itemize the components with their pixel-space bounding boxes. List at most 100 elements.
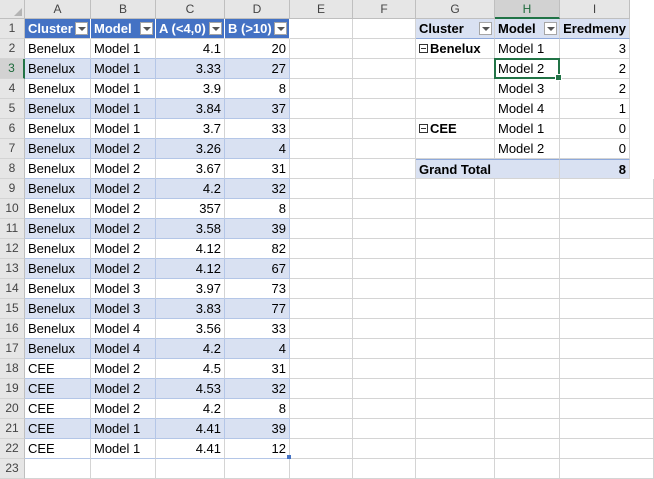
column-header-c[interactable]: C bbox=[156, 0, 225, 19]
row-header-14[interactable]: 14 bbox=[0, 279, 25, 299]
row-header-12[interactable]: 12 bbox=[0, 239, 25, 259]
table-cell[interactable]: 31 bbox=[225, 159, 290, 179]
empty-cell[interactable] bbox=[560, 319, 654, 339]
table-cell[interactable]: 4.12 bbox=[156, 239, 225, 259]
row-header-9[interactable]: 9 bbox=[0, 179, 25, 199]
empty-cell[interactable] bbox=[353, 319, 416, 339]
select-all-button[interactable] bbox=[0, 0, 25, 19]
pivot-value-cell[interactable]: 2 bbox=[560, 79, 630, 99]
table-cell[interactable]: 4.12 bbox=[156, 259, 225, 279]
table-cell[interactable]: CEE bbox=[25, 419, 91, 439]
empty-cell[interactable] bbox=[560, 279, 654, 299]
table-cell[interactable]: Model 4 bbox=[91, 339, 156, 359]
collapse-minus-icon[interactable] bbox=[419, 44, 428, 54]
pivot-model-cell[interactable]: Model 4 bbox=[495, 99, 560, 119]
table-cell[interactable]: CEE bbox=[25, 359, 91, 379]
table-cell[interactable]: Model 1 bbox=[91, 99, 156, 119]
table-cell[interactable]: Model 2 bbox=[91, 159, 156, 179]
table-header-1[interactable]: Model bbox=[91, 19, 156, 39]
table-cell[interactable]: 20 bbox=[225, 39, 290, 59]
table-cell[interactable]: Benelux bbox=[25, 59, 91, 79]
row-header-7[interactable]: 7 bbox=[0, 139, 25, 159]
empty-cell[interactable] bbox=[353, 139, 416, 159]
empty-cell[interactable] bbox=[416, 299, 495, 319]
table-cell[interactable]: 4.41 bbox=[156, 439, 225, 459]
empty-cell[interactable] bbox=[290, 279, 353, 299]
row-header-23[interactable]: 23 bbox=[0, 459, 25, 479]
pivot-cluster-cell[interactable] bbox=[416, 59, 495, 79]
empty-cell[interactable] bbox=[560, 379, 654, 399]
table-cell[interactable]: 32 bbox=[225, 379, 290, 399]
table-cell[interactable]: 32 bbox=[225, 179, 290, 199]
empty-cell[interactable] bbox=[290, 379, 353, 399]
table-cell[interactable]: 3.56 bbox=[156, 319, 225, 339]
empty-cell[interactable] bbox=[560, 439, 654, 459]
row-header-8[interactable]: 8 bbox=[0, 159, 25, 179]
empty-cell[interactable] bbox=[416, 459, 495, 479]
row-header-6[interactable]: 6 bbox=[0, 119, 25, 139]
row-header-22[interactable]: 22 bbox=[0, 439, 25, 459]
empty-cell[interactable] bbox=[495, 259, 560, 279]
empty-cell[interactable] bbox=[353, 59, 416, 79]
row-header-13[interactable]: 13 bbox=[0, 259, 25, 279]
empty-cell[interactable] bbox=[416, 279, 495, 299]
pivot-grand-total-label[interactable]: Grand Total bbox=[416, 159, 560, 179]
pivot-cluster-cell[interactable]: CEE bbox=[416, 119, 495, 139]
table-cell[interactable]: 4.41 bbox=[156, 419, 225, 439]
empty-cell[interactable] bbox=[560, 219, 654, 239]
empty-cell[interactable] bbox=[560, 359, 654, 379]
row-header-16[interactable]: 16 bbox=[0, 319, 25, 339]
collapse-minus-icon[interactable] bbox=[419, 124, 428, 134]
pivot-model-cell[interactable]: Model 2 bbox=[495, 59, 560, 79]
empty-cell[interactable] bbox=[290, 259, 353, 279]
column-header-f[interactable]: F bbox=[353, 0, 416, 19]
table-cell[interactable]: 8 bbox=[225, 399, 290, 419]
empty-cell[interactable] bbox=[290, 19, 353, 39]
table-cell[interactable]: 4.53 bbox=[156, 379, 225, 399]
table-cell[interactable]: Benelux bbox=[25, 139, 91, 159]
table-cell[interactable]: 3.26 bbox=[156, 139, 225, 159]
empty-cell[interactable] bbox=[290, 99, 353, 119]
table-cell[interactable]: Model 1 bbox=[91, 439, 156, 459]
empty-cell[interactable] bbox=[290, 419, 353, 439]
table-cell[interactable]: 67 bbox=[225, 259, 290, 279]
empty-cell[interactable] bbox=[353, 199, 416, 219]
table-cell[interactable]: Model 2 bbox=[91, 179, 156, 199]
empty-cell[interactable] bbox=[416, 399, 495, 419]
row-header-2[interactable]: 2 bbox=[0, 39, 25, 59]
table-cell[interactable]: Model 2 bbox=[91, 239, 156, 259]
filter-dropdown-icon[interactable] bbox=[479, 22, 492, 35]
row-header-19[interactable]: 19 bbox=[0, 379, 25, 399]
pivot-value-cell[interactable]: 3 bbox=[560, 39, 630, 59]
empty-cell[interactable] bbox=[560, 339, 654, 359]
empty-cell[interactable] bbox=[225, 459, 290, 479]
table-cell[interactable]: CEE bbox=[25, 439, 91, 459]
table-cell[interactable]: Benelux bbox=[25, 259, 91, 279]
empty-cell[interactable] bbox=[353, 399, 416, 419]
pivot-value-cell[interactable]: 1 bbox=[560, 99, 630, 119]
empty-cell[interactable] bbox=[353, 99, 416, 119]
empty-cell[interactable] bbox=[560, 299, 654, 319]
table-cell[interactable]: Benelux bbox=[25, 339, 91, 359]
empty-cell[interactable] bbox=[495, 199, 560, 219]
table-cell[interactable]: 77 bbox=[225, 299, 290, 319]
empty-cell[interactable] bbox=[290, 439, 353, 459]
empty-cell[interactable] bbox=[290, 299, 353, 319]
empty-cell[interactable] bbox=[290, 319, 353, 339]
row-header-17[interactable]: 17 bbox=[0, 339, 25, 359]
empty-cell[interactable] bbox=[353, 279, 416, 299]
empty-cell[interactable] bbox=[416, 419, 495, 439]
empty-cell[interactable] bbox=[495, 399, 560, 419]
empty-cell[interactable] bbox=[290, 79, 353, 99]
empty-cell[interactable] bbox=[495, 299, 560, 319]
empty-cell[interactable] bbox=[353, 459, 416, 479]
table-cell[interactable]: 357 bbox=[156, 199, 225, 219]
empty-cell[interactable] bbox=[495, 239, 560, 259]
empty-cell[interactable] bbox=[353, 79, 416, 99]
empty-cell[interactable] bbox=[416, 319, 495, 339]
empty-cell[interactable] bbox=[416, 219, 495, 239]
empty-cell[interactable] bbox=[353, 339, 416, 359]
empty-cell[interactable] bbox=[560, 179, 654, 199]
table-cell[interactable]: Benelux bbox=[25, 299, 91, 319]
table-cell[interactable]: 3.7 bbox=[156, 119, 225, 139]
